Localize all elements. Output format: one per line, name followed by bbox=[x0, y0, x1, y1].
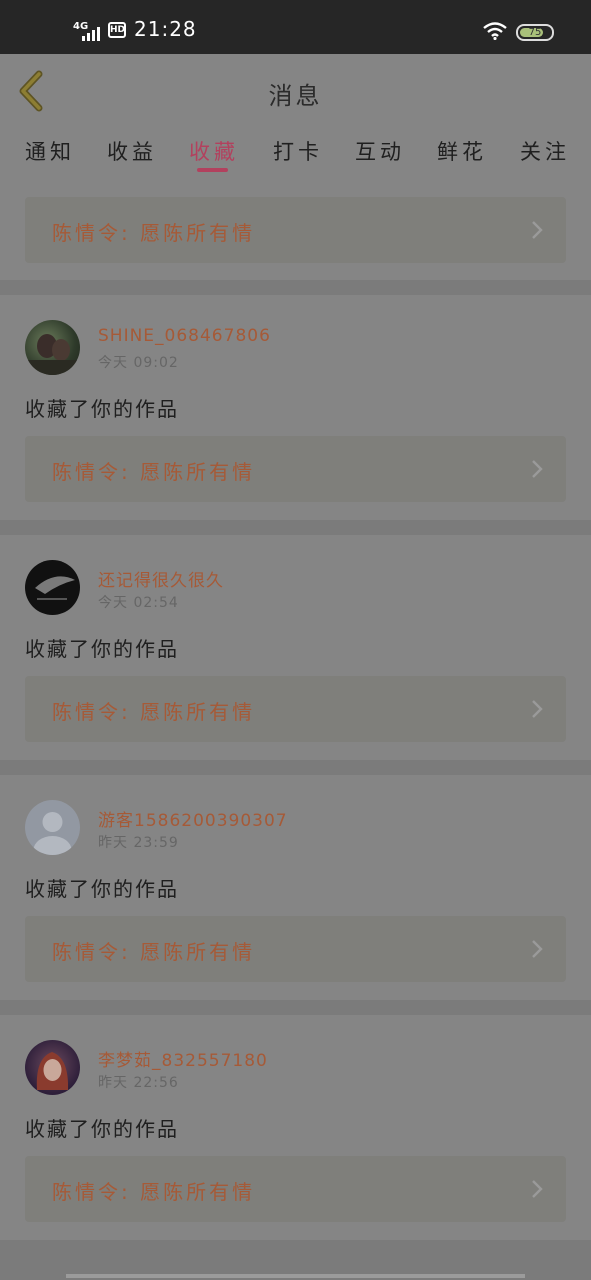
username[interactable]: 李梦茹_832557180 bbox=[98, 1046, 268, 1071]
divider bbox=[0, 280, 591, 295]
signal-icon bbox=[82, 27, 104, 41]
list-item: 游客1586200390307 昨天 23:59 收藏了你的作品 陈情令: 愿陈… bbox=[0, 775, 591, 1000]
list-item: 还记得很久很久 今天 02:54 收藏了你的作品 陈情令: 愿陈所有情 bbox=[0, 535, 591, 760]
work-link[interactable]: 陈情令: 愿陈所有情 bbox=[25, 676, 566, 742]
avatar[interactable] bbox=[25, 1040, 80, 1095]
tab-bar: 通知 收益 收藏 打卡 互动 鲜花 关注 bbox=[0, 128, 591, 178]
username[interactable]: 还记得很久很久 bbox=[98, 566, 224, 591]
tab-notifications[interactable]: 通知 bbox=[25, 136, 75, 166]
work-title: 陈情令: 愿陈所有情 bbox=[52, 221, 256, 245]
tab-interaction[interactable]: 互动 bbox=[355, 136, 405, 166]
battery-level: 75 bbox=[528, 27, 542, 38]
divider bbox=[0, 1000, 591, 1015]
work-title: 陈情令: 愿陈所有情 bbox=[52, 940, 256, 964]
avatar[interactable] bbox=[25, 560, 80, 615]
gesture-bar[interactable] bbox=[66, 1274, 525, 1278]
tab-favorites[interactable]: 收藏 bbox=[189, 136, 239, 166]
divider bbox=[0, 760, 591, 775]
timestamp: 今天 02:54 bbox=[98, 595, 179, 611]
tab-check-in[interactable]: 打卡 bbox=[273, 136, 323, 166]
work-title: 陈情令: 愿陈所有情 bbox=[52, 460, 256, 484]
username[interactable]: SHINE_068467806 bbox=[98, 326, 271, 346]
status-bar: 4G HD 21:28 75 bbox=[0, 0, 591, 54]
chevron-right-icon bbox=[532, 700, 543, 718]
list-item: 李梦茹_832557180 昨天 22:56 收藏了你的作品 陈情令: 愿陈所有… bbox=[0, 1015, 591, 1240]
timestamp: 今天 09:02 bbox=[98, 355, 179, 371]
chevron-right-icon bbox=[532, 1180, 543, 1198]
hd-icon: HD bbox=[108, 22, 126, 38]
chevron-right-icon bbox=[532, 940, 543, 958]
work-link[interactable]: 陈情令: 愿陈所有情 bbox=[25, 1156, 566, 1222]
avatar[interactable] bbox=[25, 320, 80, 375]
status-time: 21:28 bbox=[134, 17, 197, 41]
divider bbox=[0, 520, 591, 535]
work-link[interactable]: 陈情令: 愿陈所有情 bbox=[25, 197, 566, 263]
action-text: 收藏了你的作品 bbox=[25, 637, 179, 661]
work-link[interactable]: 陈情令: 愿陈所有情 bbox=[25, 436, 566, 502]
chevron-right-icon bbox=[532, 460, 543, 478]
timestamp: 昨天 23:59 bbox=[98, 835, 179, 851]
active-tab-indicator bbox=[197, 168, 228, 172]
work-title: 陈情令: 愿陈所有情 bbox=[52, 700, 256, 724]
list-item: 陈情令: 愿陈所有情 bbox=[0, 178, 591, 280]
header: 消息 bbox=[0, 54, 591, 128]
work-title: 陈情令: 愿陈所有情 bbox=[52, 1180, 256, 1204]
tab-earnings[interactable]: 收益 bbox=[107, 136, 157, 166]
avatar[interactable] bbox=[25, 800, 80, 855]
tab-flowers[interactable]: 鲜花 bbox=[437, 136, 487, 166]
action-text: 收藏了你的作品 bbox=[25, 877, 179, 901]
action-text: 收藏了你的作品 bbox=[25, 1117, 179, 1141]
chevron-right-icon bbox=[532, 221, 543, 239]
page-title: 消息 bbox=[268, 82, 323, 110]
username[interactable]: 游客1586200390307 bbox=[98, 806, 288, 831]
tab-follows[interactable]: 关注 bbox=[520, 136, 570, 166]
battery-icon: 75 bbox=[516, 24, 554, 41]
timestamp: 昨天 22:56 bbox=[98, 1075, 179, 1091]
wifi-icon bbox=[483, 22, 507, 40]
work-link[interactable]: 陈情令: 愿陈所有情 bbox=[25, 916, 566, 982]
action-text: 收藏了你的作品 bbox=[25, 397, 179, 421]
list-item: SHINE_068467806 今天 09:02 收藏了你的作品 陈情令: 愿陈… bbox=[0, 295, 591, 520]
